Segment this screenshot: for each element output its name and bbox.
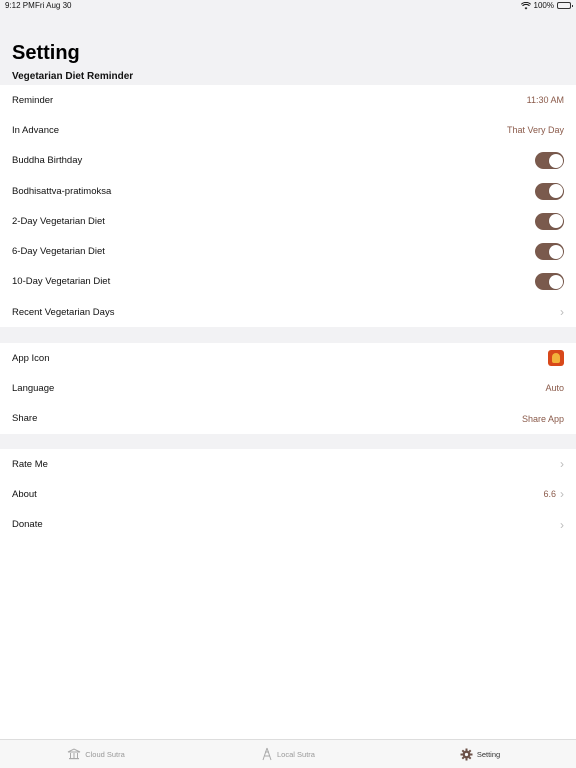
share-row[interactable]: Share Share App [0,404,576,434]
share-value: Share App [521,413,564,424]
six-day-label: 6-Day Vegetarian Diet [12,246,105,258]
reminder-value: 11:30 AM [526,95,564,106]
reminder-group: Reminder 11:30 AM In Advance That Very D… [0,85,576,328]
share-label: Share [12,413,38,425]
chevron-right-icon: › [560,457,564,472]
in-advance-label: In Advance [12,124,60,136]
tab-bar: Cloud Sutra Local Sutra Setting [0,739,576,768]
tab-cloud-sutra[interactable]: Cloud Sutra [0,740,192,768]
ten-day-label: 10-Day Vegetarian Diet [12,276,111,288]
gear-icon [460,748,473,760]
app-icon-label: App Icon [12,352,50,364]
chevron-right-icon: › [560,305,564,320]
app-icon-preview-icon [548,350,564,367]
language-value: Auto [545,383,564,394]
section-header: Vegetarian Diet Reminder [12,71,134,82]
chevron-right-icon: › [560,517,564,532]
bodhisattva-label: Bodhisattva-pratimoksa [12,185,112,197]
page-title: Setting [12,42,80,64]
tab-cloud-sutra-label: Cloud Sutra [85,749,125,759]
donate-label: Donate [12,519,43,531]
app-group: App Icon Language Auto Share Share App [0,343,576,434]
temple-icon [67,748,81,760]
chevron-right-icon: › [560,487,564,502]
buddha-birthday-label: Buddha Birthday [12,155,83,167]
status-bar: 9:12 PM Fri Aug 30 100% [0,0,576,14]
language-row[interactable]: Language Auto [0,373,576,403]
about-version: 6.6 [543,489,556,500]
app-icon-row[interactable]: App Icon [0,343,576,373]
tab-setting-label: Setting [476,749,501,759]
ten-day-toggle[interactable] [535,273,564,291]
rate-me-label: Rate Me [12,458,48,470]
reminder-row[interactable]: Reminder 11:30 AM [0,85,576,115]
tab-setting[interactable]: Setting [384,740,576,768]
donate-row[interactable]: Donate › [0,510,576,540]
six-day-toggle[interactable] [535,243,564,261]
tab-local-sutra-label: Local Sutra [277,749,315,759]
in-advance-row[interactable]: In Advance That Very Day [0,115,576,145]
language-label: Language [12,382,55,394]
battery-percent: 100% [533,1,554,10]
about-row[interactable]: About 6.6 › [0,479,576,509]
rate-me-row[interactable]: Rate Me › [0,449,576,479]
about-group: Rate Me › About 6.6 › Donate › [0,449,576,540]
battery-icon [557,2,573,9]
bodhisattva-row: Bodhisattva-pratimoksa [0,176,576,206]
two-day-label: 2-Day Vegetarian Diet [12,215,105,227]
status-date: Fri Aug 30 [35,1,72,10]
buddha-birthday-toggle[interactable] [535,152,564,170]
wifi-icon [520,1,531,9]
reminder-label: Reminder [12,94,54,106]
bodhisattva-toggle[interactable] [535,182,564,200]
tab-local-sutra[interactable]: Local Sutra [192,740,384,768]
about-label: About [12,488,37,500]
six-day-row: 6-Day Vegetarian Diet [0,236,576,266]
status-time: 9:12 PM [5,1,35,10]
recent-days-row[interactable]: Recent Vegetarian Days › [0,297,576,327]
ten-day-row: 10-Day Vegetarian Diet [0,267,576,297]
buddha-birthday-row: Buddha Birthday [0,146,576,176]
pagoda-icon [262,747,272,761]
recent-days-label: Recent Vegetarian Days [12,306,115,318]
two-day-row: 2-Day Vegetarian Diet [0,206,576,236]
two-day-toggle[interactable] [535,212,564,230]
empty-area [0,540,576,739]
in-advance-value: That Very Day [506,125,564,136]
